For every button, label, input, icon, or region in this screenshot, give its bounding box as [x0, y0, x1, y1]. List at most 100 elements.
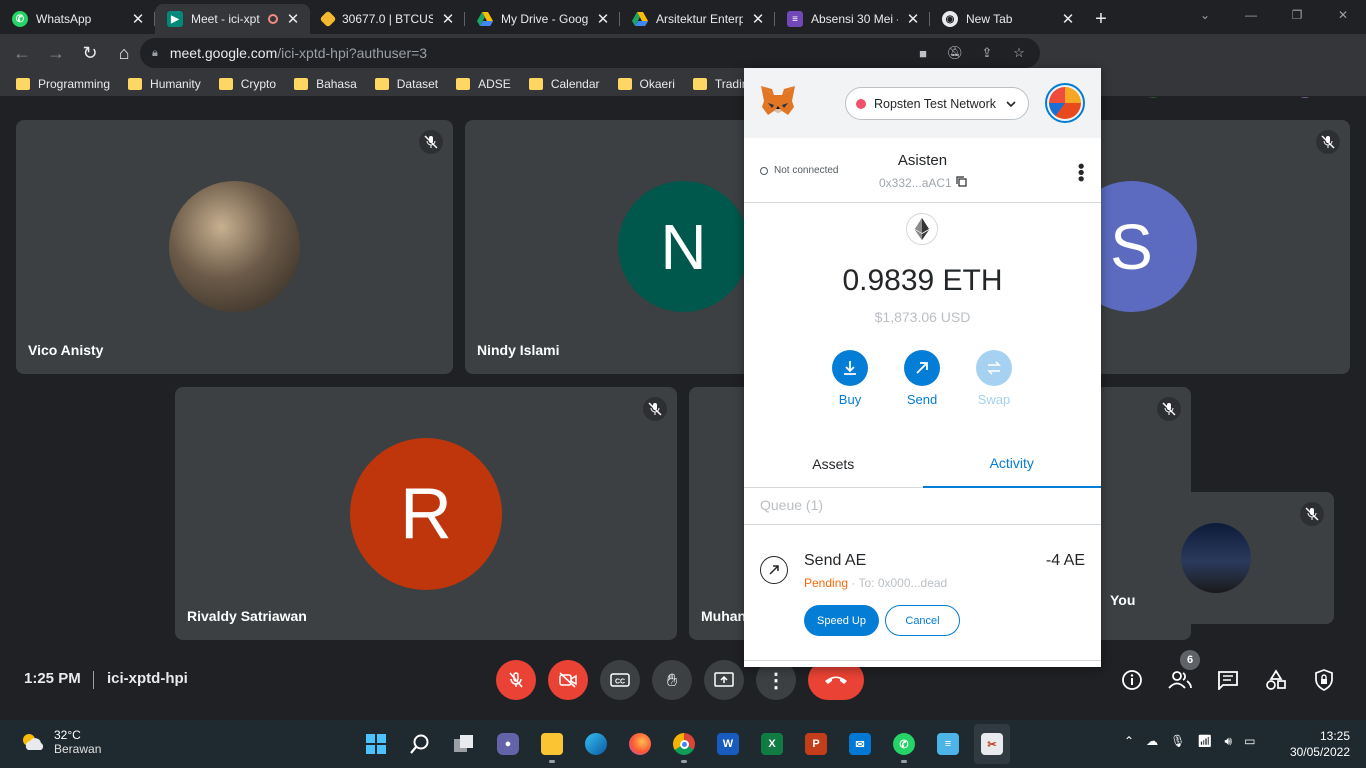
- raise-hand-button[interactable]: ✋︎: [652, 660, 692, 700]
- bookmark-folder[interactable]: Bahasa: [294, 77, 357, 91]
- mail-app[interactable]: ✉: [842, 724, 878, 764]
- tab-assets[interactable]: Assets: [744, 440, 923, 488]
- tab-my-drive[interactable]: My Drive - Google ✕: [465, 4, 620, 34]
- powerpoint-app[interactable]: P: [798, 724, 834, 764]
- mail-icon: ✉: [849, 733, 871, 755]
- people-button[interactable]: [1166, 666, 1194, 694]
- close-window-icon[interactable]: ✕: [1320, 0, 1366, 30]
- weather-widget[interactable]: 32°C Berawan: [20, 728, 101, 756]
- chat-button[interactable]: [1214, 666, 1242, 694]
- home-icon[interactable]: ⌂: [108, 37, 140, 69]
- address-bar[interactable]: 🔒︎ meet.google.com/ici-xptd-hpi?authuser…: [140, 38, 1040, 68]
- tab-search-icon[interactable]: ⌄: [1182, 0, 1228, 30]
- forward-icon[interactable]: →: [40, 37, 72, 69]
- bookmark-folder[interactable]: Calendar: [528, 77, 600, 91]
- file-explorer-app[interactable]: [534, 724, 570, 764]
- minimize-icon[interactable]: —: [1228, 0, 1274, 30]
- close-icon[interactable]: ✕: [751, 10, 765, 28]
- transaction-item[interactable]: Send AE -4 AE Pending · To: 0x000...dead…: [744, 526, 1101, 661]
- close-icon[interactable]: ✕: [131, 10, 145, 28]
- edge-app[interactable]: [578, 724, 614, 764]
- bookmark-folder[interactable]: Dataset: [374, 77, 438, 91]
- onedrive-icon[interactable]: ☁: [1146, 734, 1158, 749]
- volume-icon[interactable]: 🔊︎: [1225, 734, 1233, 749]
- bookmark-folder[interactable]: Humanity: [128, 77, 201, 91]
- snipping-tool-app[interactable]: ✂: [974, 724, 1010, 764]
- activities-button[interactable]: [1262, 666, 1290, 694]
- meeting-info-button[interactable]: [1118, 666, 1146, 694]
- camera-icon[interactable]: ■: [914, 44, 932, 62]
- captions-button[interactable]: CC: [600, 660, 640, 700]
- buy-button[interactable]: Buy: [825, 350, 875, 407]
- new-tab-button[interactable]: +: [1085, 4, 1117, 34]
- tab-meet[interactable]: ▶ Meet - ici-xptd ✕: [155, 4, 310, 34]
- close-icon[interactable]: ✕: [906, 10, 920, 28]
- bookmark-folder[interactable]: ADSE: [456, 77, 511, 91]
- chat-app[interactable]: ●: [490, 724, 526, 764]
- reload-icon[interactable]: ↻: [74, 37, 106, 69]
- mic-off-icon: [1157, 397, 1181, 421]
- send-button[interactable]: Send: [897, 350, 947, 407]
- account-address[interactable]: 0x332...aAC1: [879, 176, 967, 190]
- back-icon[interactable]: ←: [6, 37, 38, 69]
- close-icon[interactable]: ✕: [1061, 10, 1075, 28]
- show-hidden-icons-icon[interactable]: ⌃: [1124, 734, 1134, 749]
- bookmark-label: Okaeri: [639, 77, 675, 91]
- bookmark-folder[interactable]: Programming: [16, 77, 110, 91]
- notifications-blocked-icon[interactable]: 🔕︎: [946, 44, 964, 62]
- tab-activity[interactable]: Activity: [922, 440, 1101, 488]
- copy-icon: [956, 176, 967, 190]
- tab-btcusd[interactable]: 30677.0 | BTCUSD ✕: [310, 4, 465, 34]
- tab-strip: ✆ WhatsApp ✕ ▶ Meet - ici-xptd ✕ 30677.0…: [0, 0, 1366, 34]
- self-view-tile[interactable]: You: [1098, 492, 1334, 624]
- close-icon[interactable]: ✕: [441, 10, 455, 28]
- avatar: [169, 181, 300, 312]
- tab-whatsapp[interactable]: ✆ WhatsApp ✕: [0, 4, 155, 34]
- task-view-button[interactable]: [446, 724, 482, 764]
- share-icon[interactable]: ⇪: [978, 44, 996, 62]
- tab-new-tab[interactable]: ◉ New Tab ✕: [930, 4, 1085, 34]
- mic-toggle-button[interactable]: [496, 660, 536, 700]
- bookmark-star-icon[interactable]: ☆: [1010, 44, 1028, 62]
- tab-absensi[interactable]: ≡ Absensi 30 Mei - ✕: [775, 4, 930, 34]
- network-selector[interactable]: Ropsten Test Network: [845, 87, 1029, 120]
- whatsapp-app[interactable]: ✆: [886, 724, 922, 764]
- account-bar: Not connected Asisten 0x332...aAC1 •••: [744, 138, 1101, 203]
- participant-tile[interactable]: R Rivaldy Satriawan: [175, 387, 677, 640]
- camera-toggle-button[interactable]: [548, 660, 588, 700]
- hand-icon: ✋︎: [666, 669, 678, 690]
- tab-arsitektur[interactable]: Arsitektur Enterprise ✕: [620, 4, 775, 34]
- start-button[interactable]: [358, 724, 394, 764]
- account-avatar[interactable]: [1045, 83, 1085, 123]
- cancel-button[interactable]: Cancel: [885, 605, 960, 636]
- usd-balance: $1,873.06 USD: [874, 309, 971, 325]
- battery-icon[interactable]: ▭: [1244, 734, 1255, 749]
- swap-button[interactable]: Swap: [969, 350, 1019, 407]
- tab-title: Arsitektur Enterprise: [656, 12, 743, 26]
- folder-icon: [294, 78, 309, 90]
- firefox-app[interactable]: [622, 724, 658, 764]
- close-icon[interactable]: ✕: [286, 10, 300, 28]
- account-options-icon[interactable]: •••: [1071, 163, 1091, 182]
- chrome-app[interactable]: [666, 724, 702, 764]
- folder-icon: [541, 733, 563, 755]
- excel-app[interactable]: X: [754, 724, 790, 764]
- restore-icon[interactable]: ❐: [1274, 0, 1320, 30]
- lock-icon[interactable]: 🔒︎: [152, 47, 158, 60]
- host-controls-button[interactable]: [1310, 666, 1338, 694]
- partly-cloudy-icon: [23, 734, 44, 750]
- wifi-icon[interactable]: 📶︎: [1197, 734, 1212, 749]
- speed-up-button[interactable]: Speed Up: [804, 605, 879, 636]
- bookmark-folder[interactable]: Crypto: [218, 77, 276, 91]
- notepad-app[interactable]: ≡: [930, 724, 966, 764]
- participant-tile[interactable]: Vico Anisty: [16, 120, 453, 374]
- search-button[interactable]: [402, 724, 438, 764]
- close-icon[interactable]: ✕: [596, 10, 610, 28]
- bookmark-folder[interactable]: Okaeri: [617, 77, 675, 91]
- system-clock[interactable]: 13:25 30/05/2022: [1290, 728, 1350, 760]
- word-app[interactable]: W: [710, 724, 746, 764]
- microphone-icon[interactable]: 🎙︎: [1170, 734, 1185, 749]
- participant-name: Nindy Islami: [477, 342, 560, 358]
- mic-off-icon: [419, 130, 443, 154]
- present-button[interactable]: [704, 660, 744, 700]
